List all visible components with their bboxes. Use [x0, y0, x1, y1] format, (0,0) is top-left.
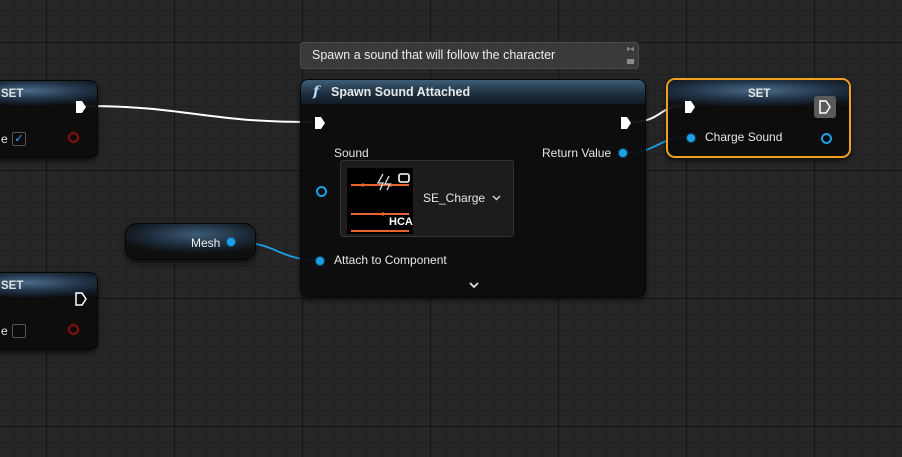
comment-text: Spawn a sound that will follow the chara… [312, 48, 556, 62]
bool-output-pin[interactable] [68, 324, 79, 335]
mesh-getter-node[interactable]: Mesh [125, 223, 256, 260]
charge-sound-output-pin[interactable] [821, 133, 832, 144]
sound-input-pin[interactable] [316, 186, 327, 197]
set-node-title: SET [1, 280, 24, 292]
pin-corner-icon[interactable] [626, 46, 635, 66]
charge-sound-input-pin[interactable] [687, 134, 695, 142]
set-node-title: SET [748, 88, 771, 100]
bool-input-label: e [1, 324, 8, 338]
bool-checkbox[interactable] [12, 324, 26, 338]
function-icon: f [313, 84, 320, 100]
sound-asset-picker[interactable]: HCA SE_Charge [340, 160, 514, 237]
set-node-title: SET [1, 88, 24, 100]
exec-pin-icon[interactable] [75, 292, 87, 306]
return-value-label: Return Value [542, 146, 612, 160]
sound-cue-thumbnail-icon: HCA [347, 168, 413, 234]
exec-pin-icon [819, 100, 831, 114]
exec-pin-icon[interactable] [75, 100, 87, 114]
exec-input-pin[interactable] [684, 100, 696, 114]
set-charge-sound-node[interactable]: SET Charge Sound [666, 78, 851, 158]
attach-to-component-pin[interactable] [316, 257, 324, 265]
spawn-sound-attached-node[interactable]: f Spawn Sound Attached Sound Return Valu… [300, 79, 646, 297]
bool-input-label: e [1, 132, 8, 146]
spawn-node-header: f Spawn Sound Attached [301, 80, 645, 104]
exec-output-pin[interactable] [620, 116, 632, 130]
set-node-left-bottom[interactable]: SET e [0, 272, 98, 350]
asset-name-label: SE_Charge [423, 191, 486, 205]
set-node-left-top[interactable]: SET e ✓ [0, 80, 98, 158]
mesh-label: Mesh [191, 236, 221, 250]
mesh-output-pin[interactable] [227, 238, 235, 246]
asset-tag-label: HCA [389, 216, 413, 228]
check-icon: ✓ [14, 133, 24, 145]
return-value-pin[interactable] [619, 149, 627, 157]
exec-wire-set-to-spawn [81, 105, 313, 123]
exec-output-button[interactable] [814, 96, 836, 118]
charge-sound-label: Charge Sound [705, 130, 783, 144]
attach-to-component-label: Attach to Component [334, 253, 447, 267]
spawn-node-title: Spawn Sound Attached [331, 85, 471, 99]
advanced-expand-icon[interactable] [469, 282, 479, 289]
sound-pin-label: Sound [334, 146, 369, 160]
exec-input-pin[interactable] [314, 116, 326, 130]
bool-checkbox[interactable]: ✓ [12, 132, 26, 146]
comment-bubble[interactable]: Spawn a sound that will follow the chara… [300, 42, 639, 69]
chevron-down-icon[interactable] [492, 195, 501, 201]
bool-output-pin[interactable] [68, 132, 79, 143]
